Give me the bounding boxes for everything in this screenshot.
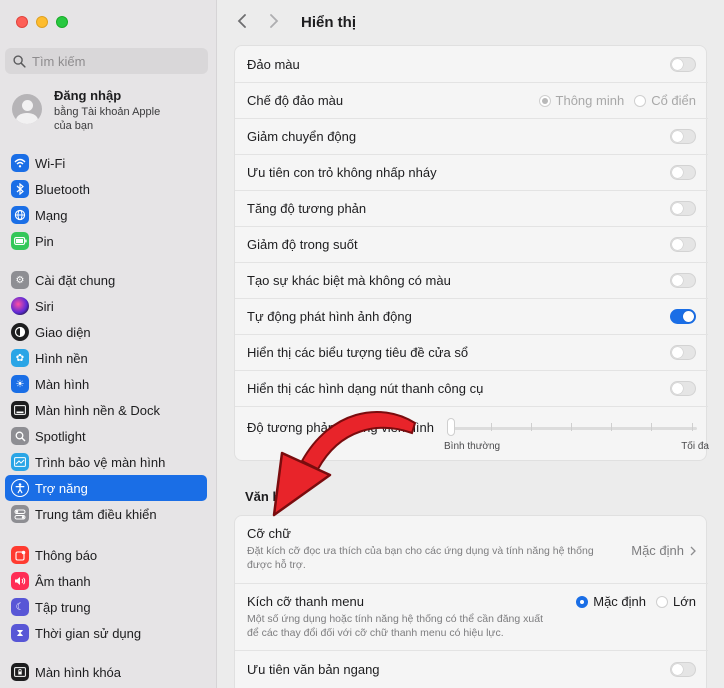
slider-thumb[interactable] [447, 418, 455, 436]
text-settings-panel: Cỡ chữ Đặt kích cỡ đọc ưa thích của bạn … [234, 515, 708, 688]
search-input[interactable]: Tìm kiếm [5, 48, 208, 74]
reduce-transparency-row: Giảm độ trong suốt [235, 227, 708, 263]
moon-icon: ☾ [11, 598, 29, 616]
battery-icon [11, 232, 29, 250]
slider-min-label: Bình thường [444, 441, 501, 452]
search-placeholder: Tìm kiếm [32, 53, 86, 69]
minimize-window-button[interactable] [36, 16, 48, 28]
toolbar-button-shapes-row: Hiển thị các hình dạng nút thanh công cụ [235, 371, 708, 407]
spotlight-icon [11, 427, 29, 445]
accessibility-icon [11, 479, 29, 497]
lock-screen-icon [11, 663, 29, 681]
sidebar-item-spotlight[interactable]: Spotlight [5, 423, 207, 449]
sidebar-item-lock-screen[interactable]: Màn hình khóa [5, 659, 207, 685]
display-settings-panel: Đảo màu Chế độ đảo màu Thông minh Cổ điể… [234, 45, 709, 461]
non-blinking-cursor-toggle[interactable] [670, 165, 696, 180]
account-subtitle-line1: bằng Tài khoản Apple [54, 106, 161, 118]
menu-bar-default-radio[interactable]: Mặc định [576, 594, 646, 609]
window-title-icons-row: Hiển thị các biểu tượng tiêu đề cửa sổ [235, 335, 708, 371]
control-center-icon [11, 505, 29, 523]
close-window-button[interactable] [16, 16, 28, 28]
prefer-horizontal-text-toggle[interactable] [670, 661, 696, 677]
search-icon [13, 54, 26, 68]
account-title: Đăng nhập [54, 88, 122, 103]
increase-contrast-row: Tăng độ tương phản [235, 191, 708, 227]
screensaver-icon [11, 453, 29, 471]
sidebar-item-screen-saver[interactable]: Trình bảo vệ màn hình [5, 449, 207, 475]
window-title-icons-toggle[interactable] [670, 345, 696, 360]
sidebar-item-general[interactable]: ⚙ Cài đặt chung [5, 267, 207, 293]
globe-icon [11, 206, 29, 224]
prefer-horizontal-text-row: Ưu tiên văn bản ngang [235, 651, 708, 687]
sidebar-item-accessibility[interactable]: Trợ năng [5, 475, 207, 501]
hourglass-icon: ⧗ [11, 624, 29, 642]
menu-bar-size-row: Kích cỡ thanh menu Một số ứng dụng hoặc … [235, 584, 708, 651]
siri-icon [11, 297, 29, 315]
sidebar-item-wifi[interactable]: Wi-Fi [5, 150, 207, 176]
page-title: Hiển thị [301, 13, 356, 31]
gear-icon: ⚙ [11, 271, 29, 289]
invert-colors-toggle[interactable] [670, 56, 696, 72]
reduce-transparency-toggle[interactable] [670, 237, 696, 252]
main-content: Hiển thị Đảo màu Chế độ đảo màu Thông mi… [217, 0, 724, 688]
notifications-icon [11, 546, 29, 564]
invert-mode-classic-radio[interactable]: Cổ điển [634, 93, 696, 108]
wifi-icon [11, 154, 29, 172]
sidebar-item-notifications[interactable]: Thông báo [5, 542, 207, 568]
chevron-right-icon [690, 546, 696, 555]
sidebar-item-wallpaper[interactable]: ✿ Hình nền [5, 345, 207, 371]
increase-contrast-toggle[interactable] [670, 201, 696, 216]
sidebar-group-notifications: Thông báo Âm thanh ☾ Tập trung ⧗ Thời gian… [5, 542, 207, 646]
avatar [12, 94, 42, 124]
dock-icon [11, 401, 29, 419]
sidebar-group-lock: Màn hình khóa [5, 659, 207, 685]
sidebar-item-sound[interactable]: Âm thanh [5, 568, 207, 594]
account-subtitle-line2: của bạn [54, 120, 94, 132]
differentiate-without-color-toggle[interactable] [670, 273, 696, 288]
font-size-row[interactable]: Cỡ chữ Đặt kích cỡ đọc ưa thích của bạn … [235, 516, 708, 584]
reduce-motion-row: Giảm chuyển động [235, 119, 708, 155]
zoom-window-button[interactable] [56, 16, 68, 28]
slider-max-label: Tối đa [681, 441, 709, 452]
sidebar-item-siri[interactable]: Siri [5, 293, 207, 319]
invert-mode-smart-radio[interactable]: Thông minh [538, 93, 624, 108]
non-blinking-cursor-row: Ưu tiên con trỏ không nhấp nháy [235, 155, 708, 191]
menu-bar-size-options: Mặc định Lớn [576, 594, 696, 609]
window-controls [16, 16, 68, 28]
toolbar-button-shapes-toggle[interactable] [670, 381, 696, 396]
display-icon: ☀ [11, 375, 29, 393]
invert-mode-row: Chế độ đảo màu Thông minh Cổ điển [235, 83, 708, 119]
chevron-left-icon [237, 13, 246, 28]
sidebar-item-appearance[interactable]: Giao diện [5, 319, 207, 345]
chevron-right-icon [270, 13, 279, 28]
sidebar-item-focus[interactable]: ☾ Tập trung [5, 594, 207, 620]
border-contrast-row: Độ tương phản đường viền hình Bình thườn… [247, 418, 709, 452]
autoplay-animated-images-row: Tự động phát hình ảnh động [235, 299, 708, 335]
text-section-title: Văn bản [245, 489, 296, 504]
appearance-icon [11, 323, 29, 341]
sidebar-item-desktop-dock[interactable]: Màn hình nền & Dock [5, 397, 207, 423]
sidebar-item-control-center[interactable]: Trung tâm điều khiển [5, 501, 207, 527]
sidebar-item-battery[interactable]: Pin [5, 228, 207, 254]
differentiate-without-color-row: Tạo sự khác biệt mà không có màu [235, 263, 708, 299]
font-size-value[interactable]: Mặc định [631, 543, 696, 558]
menu-bar-large-radio[interactable]: Lớn [656, 594, 696, 609]
forward-button[interactable] [263, 12, 285, 33]
sidebar-item-network[interactable]: Mạng [5, 202, 207, 228]
autoplay-animated-images-toggle[interactable] [670, 309, 696, 324]
toolbar: Hiển thị [217, 0, 724, 44]
account-signin[interactable]: Đăng nhập bằng Tài khoản Apple của bạn [12, 88, 160, 133]
invert-colors-row: Đảo màu [235, 46, 708, 83]
sidebar-group-network: Wi-Fi Bluetooth Mạng Pin [5, 150, 207, 254]
sidebar-item-bluetooth[interactable]: Bluetooth [5, 176, 207, 202]
sidebar-item-display[interactable]: ☀ Màn hình [5, 371, 207, 397]
sound-icon [11, 572, 29, 590]
wallpaper-icon: ✿ [11, 349, 29, 367]
back-button[interactable] [231, 12, 253, 33]
sidebar-item-screen-time[interactable]: ⧗ Thời gian sử dụng [5, 620, 207, 646]
sidebar-group-system: ⚙ Cài đặt chung Siri Giao diện ✿ Hình nền … [5, 267, 207, 527]
bluetooth-icon [11, 180, 29, 198]
reduce-motion-toggle[interactable] [670, 129, 696, 144]
sidebar: Tìm kiếm Đăng nhập bằng Tài khoản Apple … [0, 0, 217, 688]
